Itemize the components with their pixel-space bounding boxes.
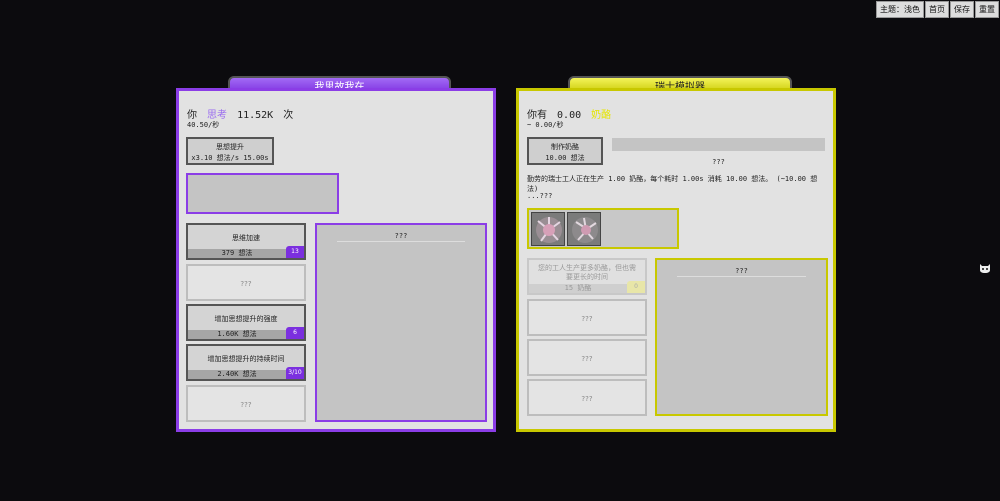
upgrade-worker-output[interactable]: 您的工人生产更多奶酪，但也需要更长的时间 15 奶酪 0	[527, 258, 647, 295]
upgrade-locked: ???	[527, 299, 647, 336]
upgrade-boost-duration[interactable]: 增加思想提升的持续时间 2.40K 想法 3/10	[186, 344, 306, 381]
upgrade-cost: 15 奶酪	[529, 284, 627, 293]
make-label: 制作奶酪	[551, 143, 579, 151]
upgrade-level: 13	[286, 246, 304, 258]
thought-amount: 11.52K	[237, 110, 274, 121]
upgrade-locked: ???	[186, 385, 306, 422]
thought-counter: 你 思考 11.52K 次	[187, 106, 293, 121]
upgrade-cost: 2.40K 想法	[188, 370, 286, 379]
upgrade-locked: ???	[527, 379, 647, 416]
upgrade-cost: 1.60K 想法	[188, 330, 286, 339]
make-detail: 10.00 想法	[545, 154, 585, 162]
cheese-counter: 你有 0.00 奶酪	[527, 106, 611, 121]
locked-label: ???	[581, 395, 593, 403]
upgrade-think-speed[interactable]: 思维加速 379 想法 13	[186, 223, 306, 260]
github-cat-icon[interactable]	[978, 260, 992, 274]
home-button[interactable]: 首页	[925, 1, 949, 18]
boost-progress-bar	[186, 173, 339, 214]
locked-label: ???	[581, 355, 593, 363]
worker-description-more: ...???	[527, 192, 553, 200]
locked-label: ???	[240, 401, 252, 409]
boost-label: 思想提升	[216, 143, 244, 151]
upgrade-name: 思维加速	[232, 234, 260, 242]
worker-icon	[567, 212, 601, 246]
boost-detail: x3.10 想法/s 15.00s	[191, 154, 269, 162]
upgrade-name: 增加思想提升的强度	[214, 315, 278, 323]
upgrade-level: 6	[286, 327, 304, 339]
thought-rate: 40.50/秒	[187, 121, 220, 129]
top-menu: 主题：浅色 首页 保存 重置	[876, 1, 999, 18]
upgrade-level: 0	[627, 281, 645, 293]
upgrade-cost: 379 想法	[188, 249, 286, 258]
make-cheese-button[interactable]: 制作奶酪 10.00 想法	[527, 137, 603, 165]
upgrade-level: 3/10	[286, 367, 304, 379]
progress-label: ???	[712, 158, 725, 166]
upgrade-locked: ???	[527, 339, 647, 376]
locked-label: ???	[240, 280, 252, 288]
thought-boost-button[interactable]: 思想提升 x3.10 想法/s 15.00s	[186, 137, 274, 165]
locked-label: ???	[581, 315, 593, 323]
worker-icon	[531, 212, 565, 246]
info-divider	[677, 276, 806, 277]
upgrade-name: 增加思想提升的持续时间	[207, 355, 285, 363]
info-title: ???	[394, 232, 408, 240]
info-title: ???	[735, 267, 748, 275]
info-divider	[337, 241, 465, 242]
cheese-progress-bar	[612, 138, 825, 151]
save-button[interactable]: 保存	[950, 1, 974, 18]
right-info-box: ???	[655, 258, 828, 416]
cheese-rate: ~ 0.00/秒	[527, 121, 564, 129]
worker-description: 勤劳的瑞士工人正在生产 1.00 奶酪，每个耗时 1.00s 消耗 10.00 …	[527, 175, 818, 193]
resource-name: 奶酪	[591, 110, 612, 121]
theme-button[interactable]: 主题：浅色	[876, 1, 924, 18]
worker-slots	[527, 208, 679, 249]
upgrade-name: 您的工人生产更多奶酪，但也需要更长的时间	[538, 264, 636, 281]
reset-button[interactable]: 重置	[975, 1, 999, 18]
upgrade-locked: ???	[186, 264, 306, 301]
upgrade-boost-strength[interactable]: 增加思想提升的强度 1.60K 想法 6	[186, 304, 306, 341]
left-info-box: ???	[315, 223, 487, 422]
unit-label: 次	[283, 110, 294, 121]
